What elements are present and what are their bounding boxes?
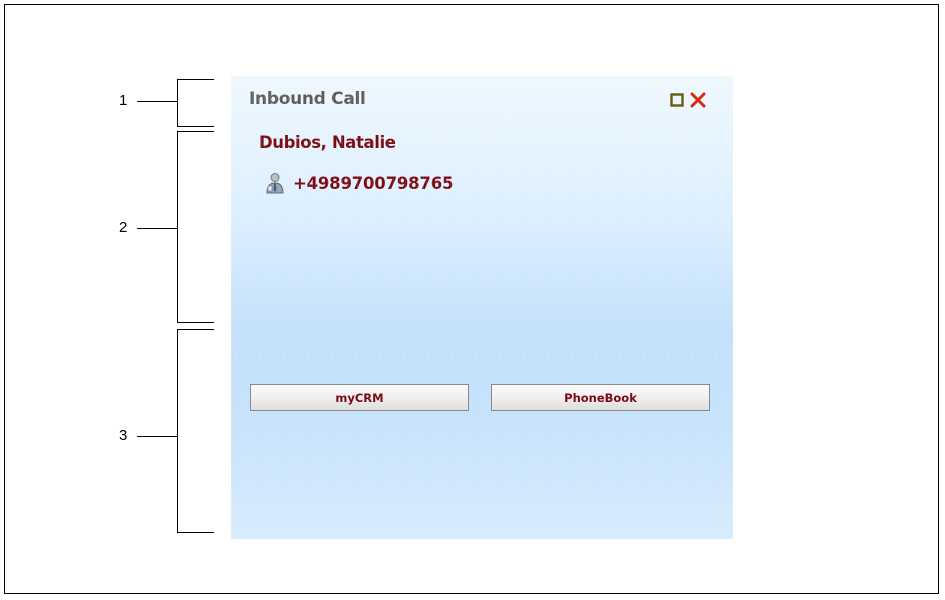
phone-row: +4989700798765 <box>265 172 453 194</box>
callout-leader-3 <box>137 436 177 437</box>
maximize-icon <box>670 93 684 107</box>
close-icon <box>690 92 706 108</box>
maximize-button[interactable] <box>668 91 686 109</box>
callout-label-2: 2 <box>119 219 128 236</box>
callout-bracket-3-bottom <box>177 532 214 533</box>
callout-bracket-1-bottom <box>177 126 214 127</box>
callout-bracket-2 <box>177 131 178 322</box>
popup-title: Inbound Call <box>249 89 366 109</box>
callout-leader-2 <box>137 228 177 229</box>
callout-bracket-2-bottom <box>177 322 214 323</box>
callout-label-3: 3 <box>119 427 128 444</box>
callout-bracket-1 <box>177 79 178 126</box>
inbound-call-popup: Inbound Call Dubios, Natalie +4989700798… <box>231 76 733 539</box>
callout-bracket-3-top <box>177 329 214 330</box>
phone-number[interactable]: +4989700798765 <box>293 174 453 193</box>
contact-person-icon <box>266 173 284 194</box>
callout-bracket-1-top <box>177 79 214 80</box>
caller-name: Dubios, Natalie <box>259 133 396 152</box>
callout-leader-1 <box>137 101 177 102</box>
phonebook-button[interactable]: PhoneBook <box>491 384 710 411</box>
close-button[interactable] <box>689 91 707 109</box>
callout-label-1: 1 <box>119 92 128 109</box>
mycrm-button[interactable]: myCRM <box>250 384 469 411</box>
callout-bracket-3 <box>177 329 178 532</box>
callout-bracket-2-top <box>177 131 214 132</box>
